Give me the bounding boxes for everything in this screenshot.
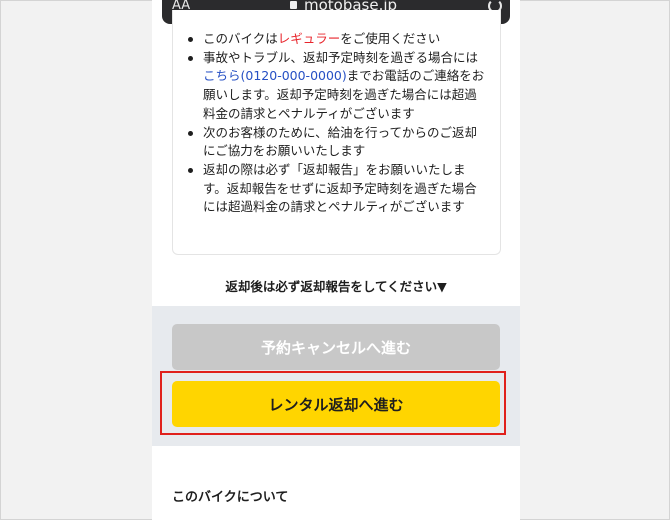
notice-list: このバイクはレギュラーをご使用ください 事故やトラブル、返却予定時刻を過ぎる場合…: [187, 30, 487, 217]
rental-notice-card: このバイクはレギュラーをご使用ください 事故やトラブル、返却予定時刻を過ぎる場合…: [172, 10, 501, 255]
notice-item-report: 返却の際は必ず「返却報告」をお願いいたします。返却報告をせずに返却予定時刻を過ぎ…: [187, 161, 487, 217]
contact-phone-link[interactable]: こちら(0120-000-0000): [203, 68, 347, 83]
notice-item-trouble: 事故やトラブル、返却予定時刻を過ぎる場合にはこちら(0120-000-0000)…: [187, 49, 487, 124]
return-report-note: 返却後は必ず返却報告をしてください▼: [225, 279, 447, 294]
notice-item-refuel: 次のお客様のために、給油を行ってからのご返却にご協力をお願いいたします: [187, 124, 487, 161]
notice-text: 事故やトラブル、返却予定時刻を過ぎる場合には: [203, 49, 479, 65]
notice-text: をご使用ください: [340, 31, 441, 46]
about-bike-section: このバイクについて: [152, 446, 520, 520]
mobile-viewport: AA motobase.jp このバイクはレギュラーをご使用ください 事故やトラ…: [152, 0, 520, 520]
cancel-reservation-button[interactable]: 予約キャンセルへ進む: [172, 324, 500, 370]
notice-item-fuel: このバイクはレギュラーをご使用ください: [187, 30, 487, 49]
action-button-area: 予約キャンセルへ進む レンタル返却へ進む: [152, 306, 520, 446]
notice-text: 次のお客様のために、給油を行ってからのご返却にご協力をお願いいたします: [203, 124, 478, 159]
lock-icon: [290, 1, 297, 9]
notice-text: 返却の際は必ず「返却報告」をお願いいたします。返却報告をせずに返却予定時刻を過ぎ…: [203, 161, 477, 215]
about-bike-title: このバイクについて: [172, 490, 289, 505]
fuel-type-highlight: レギュラー: [277, 31, 341, 46]
highlight-box: [160, 371, 506, 435]
notice-text: このバイクは: [203, 31, 278, 46]
